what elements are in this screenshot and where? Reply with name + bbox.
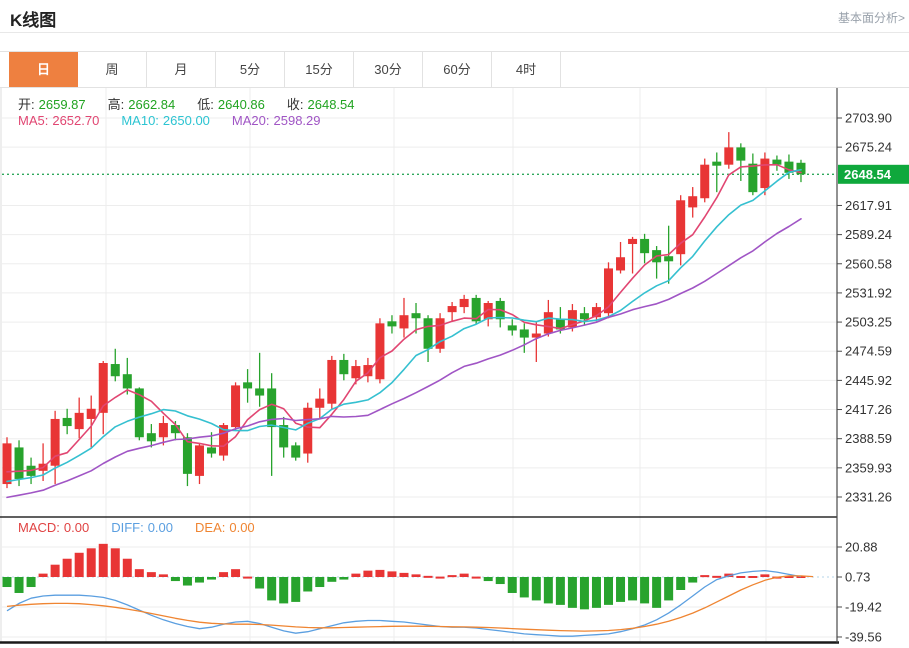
tab-month[interactable]: 月	[147, 52, 216, 87]
price-tick-label: 2503.25	[845, 315, 892, 330]
price-tick-label: 2560.58	[845, 256, 892, 271]
kline-page: K线图 基本面分析> 日周月5分15分30分60分4时 开:2659.87高:2…	[0, 0, 909, 648]
tab-60min[interactable]: 60分	[423, 52, 492, 87]
tab-4hour[interactable]: 4时	[492, 52, 561, 87]
fundamental-analysis-link[interactable]: 基本面分析>	[838, 9, 905, 26]
price-tick-label: 2388.59	[845, 431, 892, 446]
current-price-badge-text: 2648.54	[844, 167, 892, 182]
macd-tick-label: 20.88	[845, 540, 878, 555]
price-tick-label: 2417.26	[845, 402, 892, 417]
price-tick-label: 2703.90	[845, 111, 892, 126]
price-tick-label: 2474.59	[845, 344, 892, 359]
candles	[3, 132, 806, 488]
macd-axis: 20.88 0.73 -19.42 -39.56	[837, 540, 882, 645]
ma20-line	[7, 219, 801, 498]
macd-tick-label: 0.73	[845, 570, 870, 585]
tab-15min[interactable]: 15分	[285, 52, 354, 87]
tab-30min[interactable]: 30分	[354, 52, 423, 87]
price-tick-label: 2675.24	[845, 140, 892, 155]
kline-chart[interactable]: 2703.90 2675.24 2617.91 2589.24 2560.58 2531.…	[0, 88, 909, 645]
price-tick-label: 2445.92	[845, 373, 892, 388]
price-tick-label: 2617.91	[845, 198, 892, 213]
period-tab-bar: 日周月5分15分30分60分4时	[0, 51, 909, 88]
macd-tick-label: -39.56	[845, 629, 882, 644]
tab-5min[interactable]: 5分	[216, 52, 285, 87]
macd-histogram	[3, 544, 806, 610]
page-header: K线图 基本面分析>	[0, 0, 909, 33]
price-tick-label: 2589.24	[845, 227, 892, 242]
tab-week[interactable]: 周	[78, 52, 147, 87]
current-price-badge: 2648.54	[838, 165, 909, 184]
tab-day[interactable]: 日	[9, 52, 78, 87]
page-title: K线图	[10, 6, 56, 31]
price-tick-label: 2359.93	[845, 460, 892, 475]
price-tick-label: 2531.92	[845, 285, 892, 300]
chart-area: 开:2659.87高:2662.84低:2640.86收:2648.54 MA5…	[0, 88, 909, 645]
price-tick-label: 2331.26	[845, 490, 892, 505]
macd-tick-label: -19.42	[845, 599, 882, 614]
